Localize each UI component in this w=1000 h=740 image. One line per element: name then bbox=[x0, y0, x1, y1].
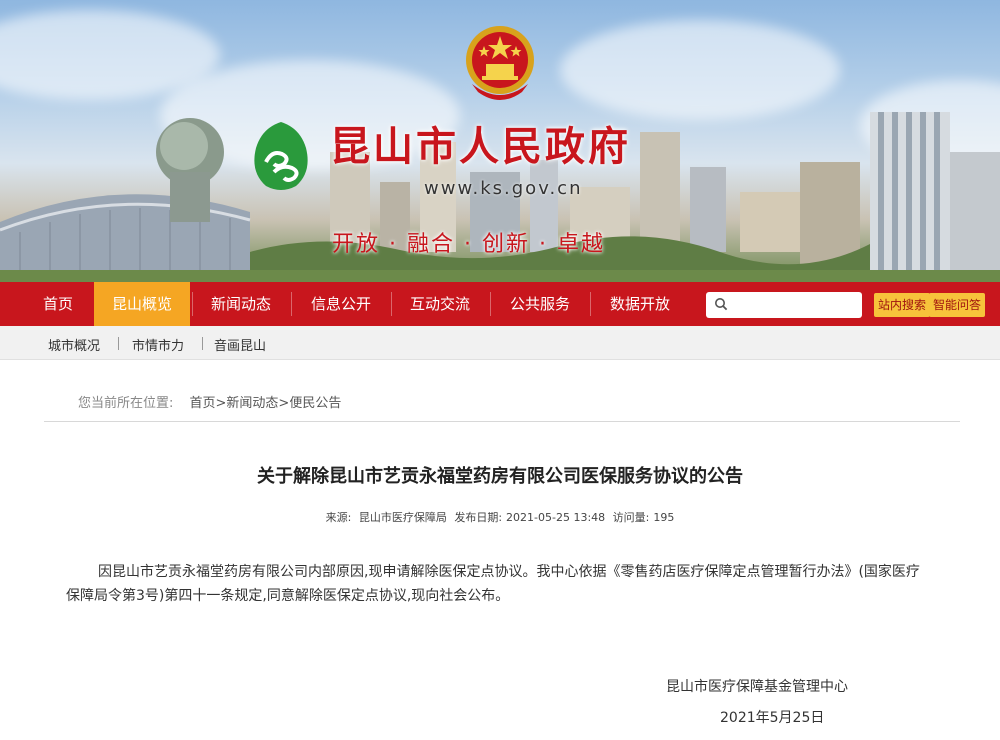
subnav-item-audio-visual[interactable]: 音画昆山 bbox=[214, 335, 266, 354]
meta-source: 昆山市医疗保障局 bbox=[358, 511, 447, 524]
article-signature: 昆山市医疗保障基金管理中心 bbox=[666, 679, 848, 695]
cloud bbox=[560, 20, 840, 120]
breadcrumb-path[interactable]: 首页>新闻动态>便民公告 bbox=[190, 396, 342, 411]
article-sign-date: 2021年5月25日 bbox=[720, 710, 825, 726]
kunshan-logo-icon bbox=[254, 122, 308, 190]
meta-date-label: 发布日期: bbox=[454, 511, 503, 524]
subnav-item-city-strength[interactable]: 市情市力 bbox=[132, 335, 184, 354]
article-body: 因昆山市艺贡永福堂药房有限公司内部原因,现申请解除医保定点协议。我中心依据《零售… bbox=[66, 564, 920, 604]
site-title[interactable]: 昆山市人民政府 bbox=[330, 114, 631, 172]
site-search-button[interactable]: 站内搜索 bbox=[874, 293, 931, 317]
nav-item-home[interactable]: 首页 bbox=[10, 282, 106, 326]
nav-item-news[interactable]: 新闻动态 bbox=[193, 282, 289, 326]
nav-item-open-data[interactable]: 数据开放 bbox=[592, 282, 688, 326]
nav-divider bbox=[590, 292, 591, 316]
site-url: www.ks.gov.cn bbox=[424, 178, 583, 199]
sub-nav: 城市概况 市情市力 音画昆山 bbox=[0, 326, 1000, 360]
search-input[interactable] bbox=[706, 292, 862, 318]
nav-item-info-disclosure[interactable]: 信息公开 bbox=[293, 282, 389, 326]
site-slogan: 开放 · 融合 · 创新 · 卓越 bbox=[332, 232, 605, 257]
nav-item-public-service[interactable]: 公共服务 bbox=[492, 282, 588, 326]
breadcrumb: 您当前所在位置: 首页>新闻动态>便民公告 bbox=[78, 392, 341, 411]
subnav-item-city-overview[interactable]: 城市概况 bbox=[48, 335, 100, 354]
content-divider bbox=[44, 421, 960, 422]
nav-divider bbox=[490, 292, 491, 316]
nav-item-kunshan-overview[interactable]: 昆山概览 bbox=[94, 282, 190, 326]
subnav-divider bbox=[202, 337, 203, 350]
article-meta: 来源: 昆山市医疗保障局 发布日期: 2021-05-25 13:48 访问量: 1… bbox=[0, 509, 1000, 525]
subnav-divider bbox=[118, 337, 119, 350]
article-title: 关于解除昆山市艺贡永福堂药房有限公司医保服务协议的公告 bbox=[257, 466, 743, 487]
meta-views: 195 bbox=[653, 511, 675, 524]
national-emblem-icon bbox=[466, 26, 534, 100]
nav-divider bbox=[291, 292, 292, 316]
nav-item-interaction[interactable]: 互动交流 bbox=[392, 282, 488, 326]
smart-qa-button[interactable]: 智能问答 bbox=[929, 293, 986, 317]
meta-date: 2021-05-25 13:48 bbox=[506, 511, 606, 524]
meta-source-label: 来源: bbox=[325, 511, 352, 524]
breadcrumb-prefix: 您当前所在位置: bbox=[78, 396, 174, 411]
search-icon[interactable] bbox=[714, 297, 728, 311]
header-banner: 昆山市人民政府 www.ks.gov.cn 开放 · 融合 · 创新 · 卓越 bbox=[0, 0, 1000, 282]
meta-views-label: 访问量: bbox=[612, 511, 650, 524]
